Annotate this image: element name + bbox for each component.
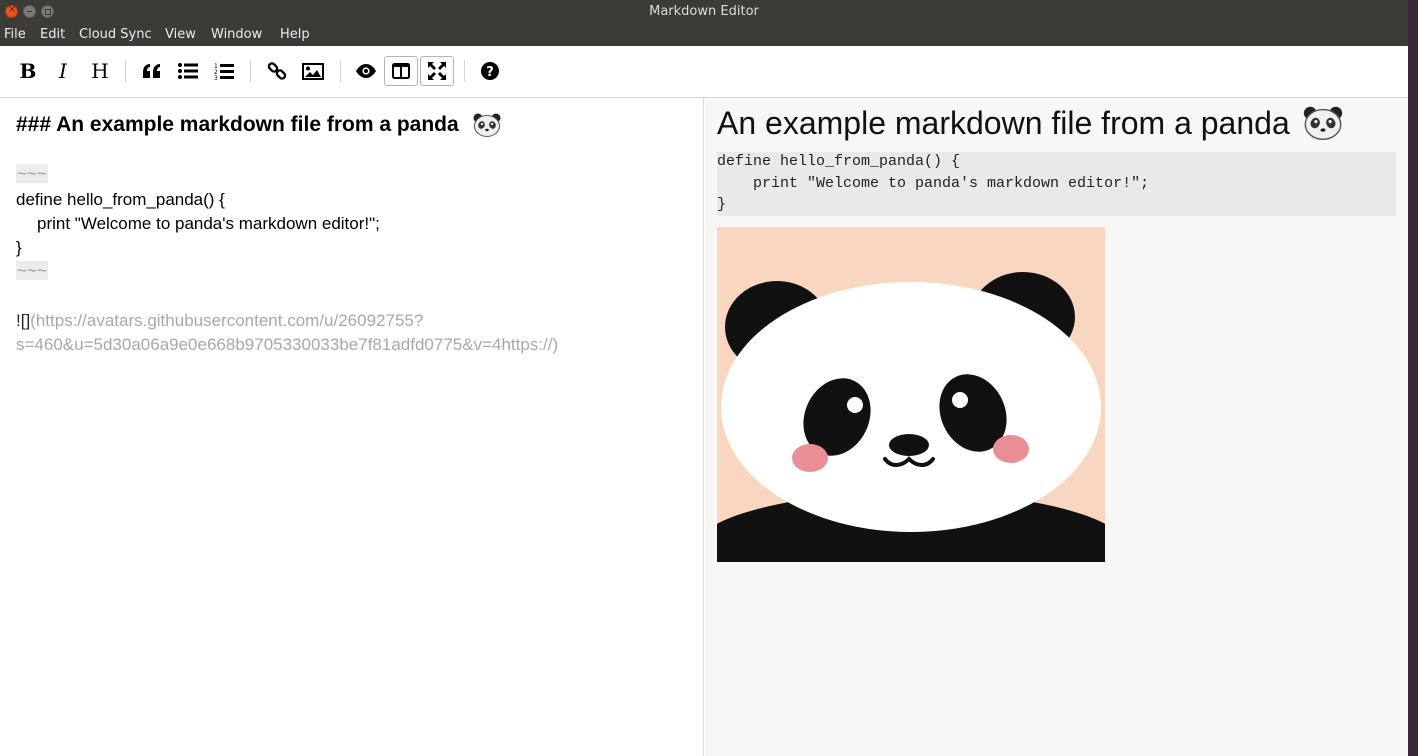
preview-code-block: define hello_from_panda() { print "Welco…	[717, 152, 1396, 216]
quote-icon	[143, 64, 160, 78]
menu-file[interactable]: File	[4, 27, 26, 42]
panda-avatar-image	[717, 227, 1105, 562]
toolbar-separator	[464, 60, 465, 82]
menu-cloud-sync[interactable]: Cloud Sync	[79, 27, 152, 42]
help-icon: ?	[481, 62, 499, 80]
preview-code-line-1: define hello_from_panda() {	[717, 153, 961, 170]
numbered-list-button[interactable]: 123	[207, 56, 241, 86]
quote-button[interactable]	[135, 56, 169, 86]
fullscreen-icon	[428, 62, 446, 80]
preview-button[interactable]	[349, 56, 383, 86]
editor-heading-line[interactable]: ### An example markdown file from a pand…	[16, 113, 501, 138]
toolbar-separator	[340, 60, 341, 82]
help-button[interactable]: ?	[473, 56, 507, 86]
image-button[interactable]	[296, 56, 330, 86]
svg-text:3: 3	[214, 75, 218, 80]
toolbar: B I H 123 ?	[0, 46, 1408, 98]
editor-image-line-1[interactable]: ![](https://avatars.githubusercontent.co…	[16, 311, 423, 331]
toolbar-separator	[125, 60, 126, 82]
editor-code-line-3[interactable]: }	[16, 238, 22, 258]
side-by-side-button[interactable]	[384, 56, 418, 86]
editor-code-line-2[interactable]: print "Welcome to panda's markdown edito…	[37, 214, 380, 234]
side-by-side-icon	[392, 63, 410, 79]
link-icon	[267, 62, 287, 80]
panda-emoji-icon	[473, 113, 501, 138]
window-title: Markdown Editor	[649, 4, 759, 19]
bold-button[interactable]: B	[11, 56, 45, 86]
preview-heading: An example markdown file from a panda	[717, 105, 1343, 142]
preview-eye-icon	[356, 64, 376, 78]
italic-button[interactable]: I	[46, 56, 80, 86]
menu-help[interactable]: Help	[280, 27, 310, 42]
link-button[interactable]	[260, 56, 294, 86]
preview-code-line-3: }	[717, 196, 727, 213]
bullet-list-icon	[178, 63, 198, 79]
heading-button[interactable]: H	[83, 56, 117, 86]
menu-bar: File Edit Cloud Sync View Window Help	[0, 24, 1408, 46]
preview-code-line-2: print "Welcome to panda's markdown edito…	[717, 175, 1150, 192]
editor-image-line-2[interactable]: s=460&u=5d30a06a9e0e668b9705330033be7f81…	[16, 335, 558, 355]
fullscreen-button[interactable]	[420, 56, 454, 86]
app-window: Markdown Editor File Edit Cloud Sync Vie…	[0, 0, 1408, 756]
numbered-list-icon: 123	[214, 63, 234, 80]
editor-code-line-1[interactable]: define hello_from_panda() {	[16, 190, 225, 210]
title-bar: Markdown Editor	[0, 0, 1408, 24]
editor-image-prefix: ![]	[16, 311, 31, 330]
image-icon	[302, 62, 324, 80]
svg-text:?: ?	[486, 65, 494, 80]
preview-heading-text: An example markdown file from a panda	[717, 105, 1290, 141]
toolbar-separator	[250, 60, 251, 82]
editor-fence-open[interactable]: ~~~	[16, 164, 48, 184]
menu-window[interactable]: Window	[211, 27, 262, 42]
desktop-edge	[1408, 0, 1418, 756]
bullet-list-button[interactable]	[171, 56, 205, 86]
menu-edit[interactable]: Edit	[40, 27, 65, 42]
editor-fence-close[interactable]: ~~~	[16, 261, 48, 281]
menu-view[interactable]: View	[165, 27, 196, 42]
panda-emoji-icon	[1303, 106, 1342, 140]
editor-image-url-part1: (https://avatars.githubusercontent.com/u…	[30, 311, 424, 330]
editor-heading-text: ### An example markdown file from a pand…	[16, 113, 459, 136]
